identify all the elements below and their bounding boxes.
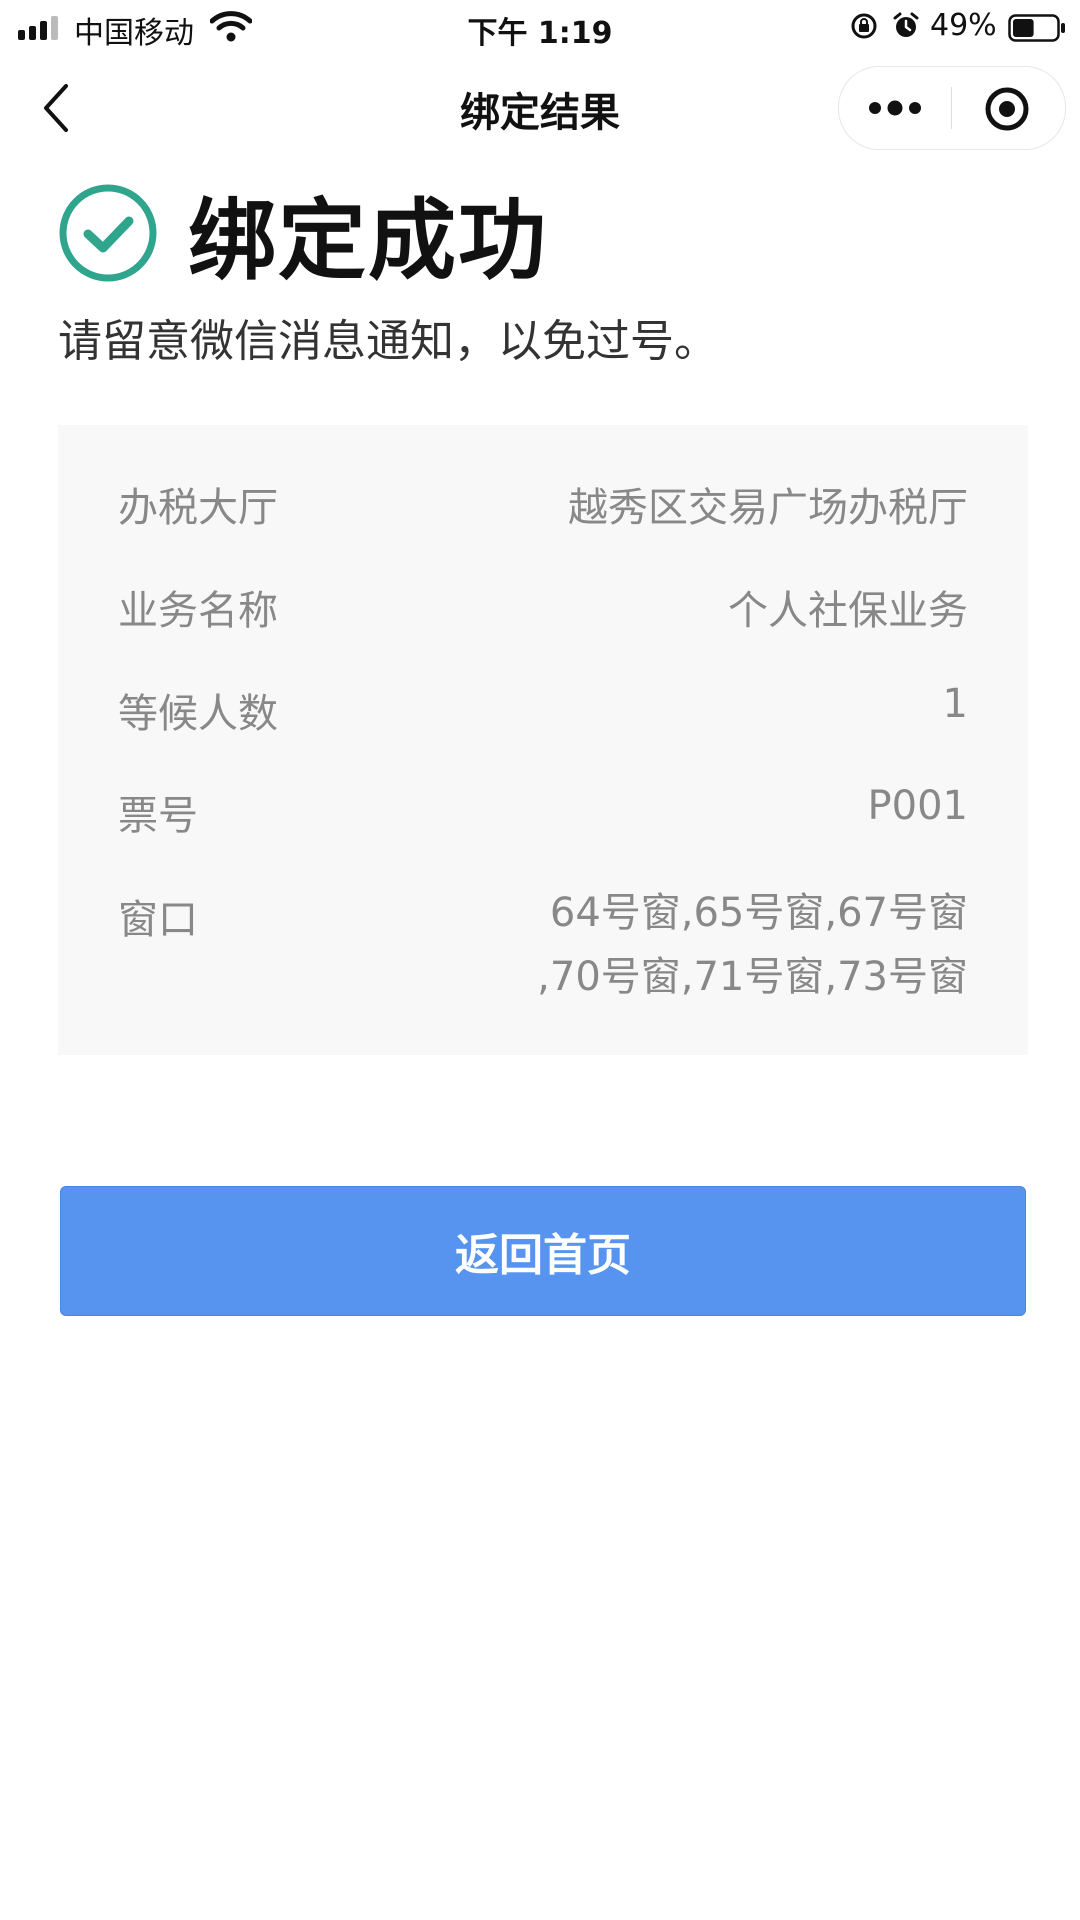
info-label: 业务名称 [118, 588, 278, 634]
info-value: 越秀区交易广场办税厅 [568, 485, 968, 531]
result-title: 绑定成功 [188, 189, 549, 292]
info-value: 64号窗,65号窗,67号窗 ,70号窗,71号窗,73号窗 [488, 881, 968, 1009]
status-bar: 中国移动 下午 1:19 49% [0, 0, 1080, 56]
capsule-divider [951, 87, 952, 129]
return-home-button[interactable]: 返回首页 [60, 1186, 1026, 1316]
info-value: 个人社保业务 [728, 588, 968, 634]
info-value: P001 [867, 783, 968, 829]
rotation-lock-icon [851, 13, 877, 39]
battery-icon [1008, 14, 1065, 42]
check-circle-icon [59, 184, 157, 282]
window-line: 64号窗,65号窗,67号窗 [549, 890, 968, 936]
notice-text: 请留意微信消息通知，以免过号。 [58, 316, 718, 367]
info-value: 1 [942, 681, 968, 727]
battery-percent: 49% [930, 8, 997, 43]
target-icon[interactable] [983, 85, 1031, 133]
more-dots-icon[interactable] [867, 93, 923, 123]
nav-bar: 绑定结果 [0, 56, 1080, 156]
info-label: 票号 [118, 793, 198, 839]
ticket-info-card: 办税大厅 越秀区交易广场办税厅 业务名称 个人社保业务 等候人数 1 票号 P0… [58, 425, 1028, 1055]
info-label: 办税大厅 [118, 485, 278, 531]
mini-program-capsule [838, 66, 1066, 150]
alarm-icon [893, 12, 919, 37]
info-label: 窗口 [118, 897, 198, 943]
info-label: 等候人数 [118, 691, 278, 737]
window-line: ,70号窗,71号窗,73号窗 [537, 954, 968, 1000]
